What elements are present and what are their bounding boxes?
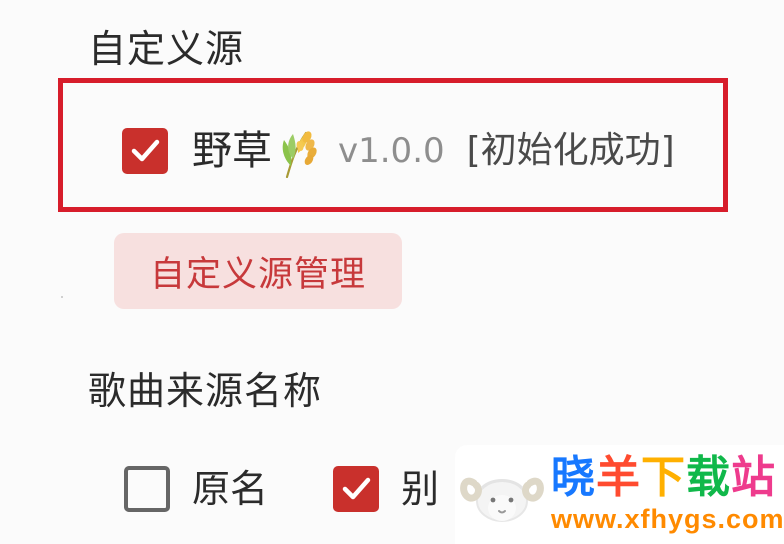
custom-source-row[interactable]: 野草 v1.0.0 [初始化成功] — [122, 122, 675, 180]
watermark-url: www.xfhygs.com — [551, 504, 784, 534]
checkmark-icon — [342, 477, 371, 500]
custom-source-checkbox[interactable] — [122, 128, 168, 174]
song-source-option-alias[interactable]: 别 — [333, 464, 439, 514]
alias-label: 别 — [401, 467, 440, 511]
checkmark-icon — [131, 139, 160, 162]
watermark-char-1: 晓 — [551, 452, 596, 503]
original-name-checkbox[interactable] — [124, 466, 170, 512]
watermark-site-name: 晓羊下载站 — [551, 456, 784, 500]
watermark-char-2: 羊 — [596, 452, 641, 503]
custom-source-version: v1.0.0 — [338, 131, 445, 171]
sheep-logo — [460, 477, 544, 522]
decorative-dot — [61, 296, 63, 298]
watermark-char-3: 下 — [641, 452, 686, 503]
watermark-char-4: 载 — [686, 452, 731, 503]
custom-source-title: 自定义源 — [88, 27, 245, 71]
rice-ear-icon — [282, 131, 317, 178]
alias-checkbox[interactable] — [333, 466, 379, 512]
custom-source-name: 野草 — [192, 128, 272, 174]
watermark-char-5: 站 — [731, 452, 776, 503]
original-name-label: 原名 — [192, 467, 269, 511]
site-watermark: 晓羊下载站 www.xfhygs.com — [455, 445, 784, 544]
song-source-option-original[interactable]: 原名 — [124, 464, 268, 514]
custom-source-management-button[interactable]: 自定义源管理 — [114, 233, 402, 309]
song-source-name-title: 歌曲来源名称 — [88, 369, 323, 413]
custom-source-status: [初始化成功] — [466, 130, 675, 171]
